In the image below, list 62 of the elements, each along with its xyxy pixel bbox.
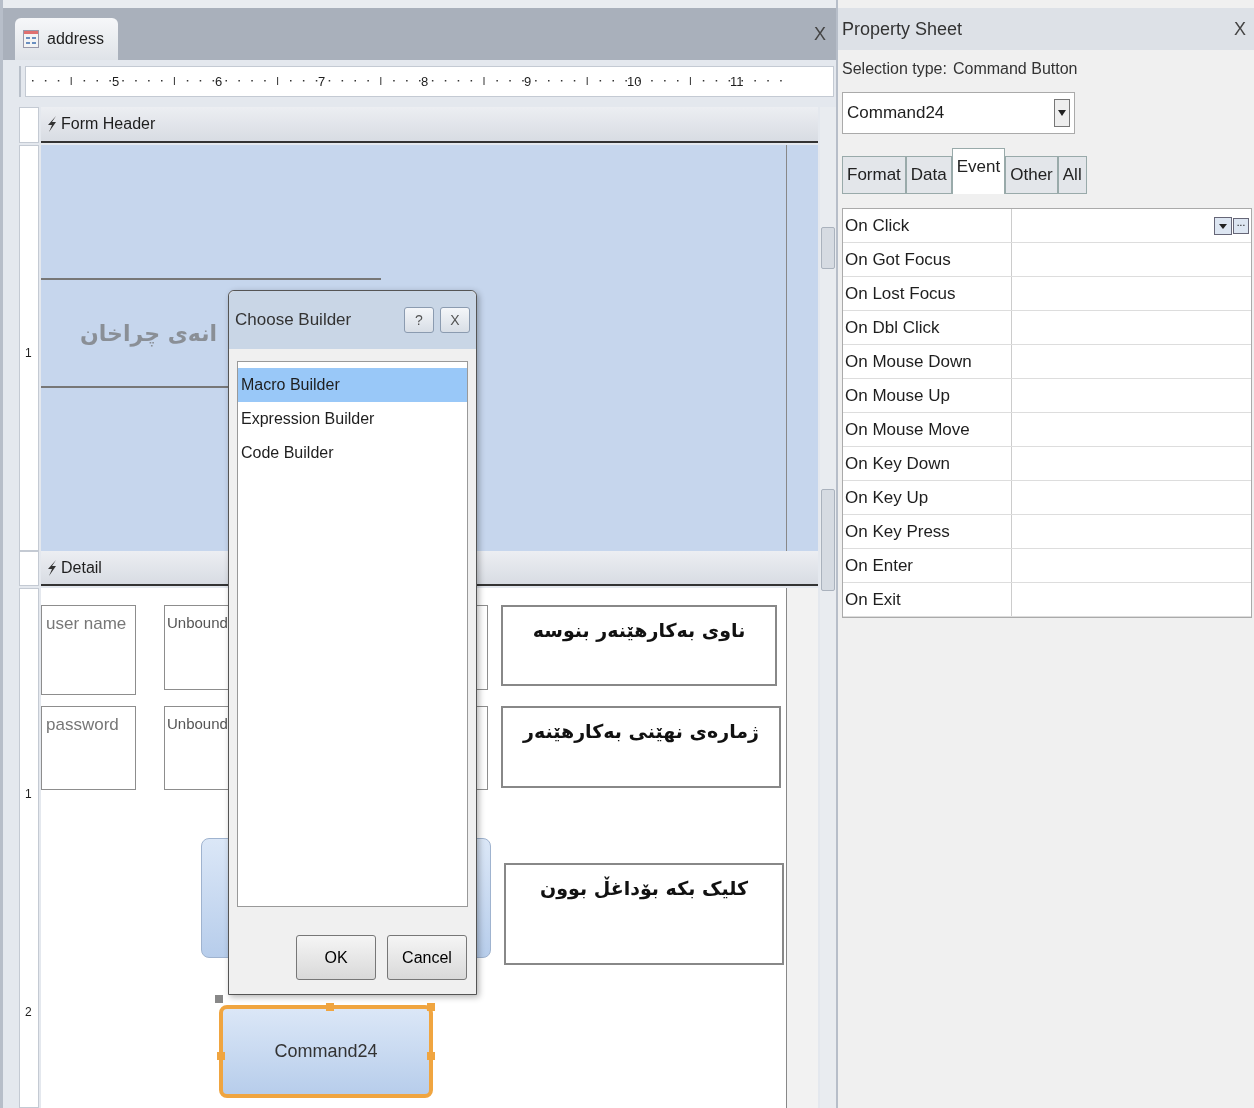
- list-item[interactable]: Macro Builder: [238, 368, 467, 402]
- resize-handle[interactable]: [217, 1051, 225, 1060]
- panel-title: Property Sheet: [842, 18, 963, 40]
- vertical-scrollbar[interactable]: [820, 107, 836, 1108]
- selection-type-label: Selection type:: [842, 60, 947, 78]
- ruler-number: 9: [524, 74, 533, 90]
- property-name: On Key Press: [843, 515, 1012, 548]
- lightning-icon: [47, 116, 57, 132]
- property-name: On Key Down: [843, 447, 1012, 480]
- form-label[interactable]: password: [41, 706, 136, 790]
- property-name: On Mouse Down: [843, 345, 1012, 378]
- property-name: On Exit: [843, 583, 1012, 616]
- property-tab[interactable]: Event: [951, 148, 1006, 194]
- ruler-number: 6: [215, 74, 224, 90]
- property-name: On Dbl Click: [843, 311, 1012, 344]
- object-dropdown[interactable]: Command24: [842, 92, 1075, 134]
- ruler-number: 10: [627, 74, 643, 90]
- property-tab[interactable]: All: [1057, 156, 1087, 194]
- help-button[interactable]: ?: [404, 307, 434, 333]
- form-label[interactable]: user name: [41, 605, 136, 695]
- form-label[interactable]: ناوی بەکارهێنەر بنوسە: [501, 605, 777, 686]
- form-label[interactable]: کلیک بکە بۆداغڵ بوون: [504, 863, 784, 965]
- dropdown-button[interactable]: [1214, 216, 1232, 235]
- ruler-number: 1: [25, 346, 32, 360]
- builder-button[interactable]: ...: [1233, 217, 1249, 234]
- ok-button[interactable]: OK: [296, 935, 376, 980]
- dropdown-arrow-icon: [1219, 223, 1227, 229]
- ruler-number: 11: [730, 74, 745, 90]
- dialog-title: Choose Builder: [235, 310, 353, 330]
- property-name: On Lost Focus: [843, 277, 1012, 310]
- list-item[interactable]: Code Builder: [238, 436, 467, 470]
- list-item[interactable]: Expression Builder: [238, 402, 467, 436]
- property-name: On Mouse Up: [843, 379, 1012, 412]
- ruler-number: 1: [25, 787, 32, 801]
- resize-handle[interactable]: [326, 1003, 334, 1011]
- form-icon: [23, 30, 39, 49]
- move-handle[interactable]: [215, 995, 223, 1003]
- ruler-number: 8: [421, 74, 430, 90]
- close-button[interactable]: X: [810, 23, 830, 45]
- vertical-ruler: [19, 107, 39, 143]
- section-title: Detail: [61, 558, 102, 577]
- property-name: On Key Up: [843, 481, 1012, 514]
- cancel-button[interactable]: Cancel: [387, 935, 467, 980]
- property-name: On Got Focus: [843, 243, 1012, 276]
- resize-handle[interactable]: [427, 1051, 435, 1060]
- dropdown-arrow-icon: [1058, 110, 1066, 116]
- close-button[interactable]: X: [440, 307, 470, 333]
- ruler-number: 7: [318, 74, 327, 90]
- close-button[interactable]: X: [1230, 18, 1250, 40]
- property-name: On Mouse Move: [843, 413, 1012, 446]
- property-tab[interactable]: Data: [905, 156, 952, 194]
- form-label[interactable]: ژمارەی نهێنی بەکارهێنەر: [501, 706, 781, 788]
- property-name: On Enter: [843, 549, 1012, 582]
- ruler-number: 2: [25, 1005, 32, 1019]
- ruler-corner: [19, 66, 21, 97]
- property-tab[interactable]: Other: [1005, 156, 1058, 194]
- section-title: Form Header: [61, 115, 156, 133]
- resize-handle[interactable]: [427, 1003, 435, 1011]
- document-tab[interactable]: address: [15, 18, 118, 61]
- selection-type: Command Button: [952, 60, 1078, 78]
- property-tab[interactable]: Format: [842, 156, 906, 194]
- ruler-number: 5: [112, 74, 121, 90]
